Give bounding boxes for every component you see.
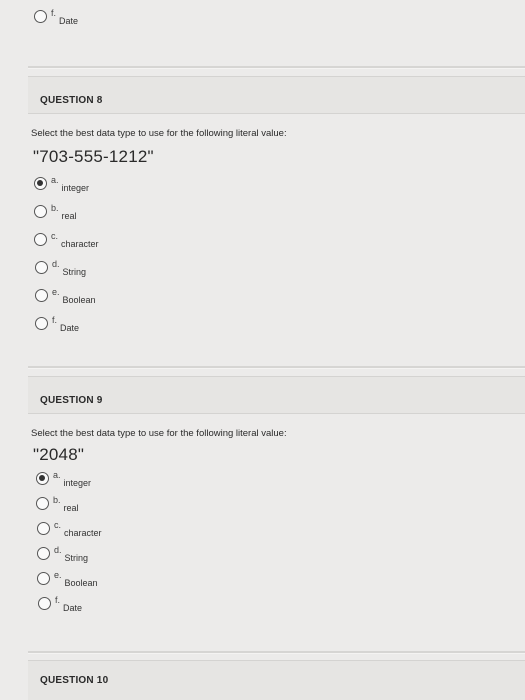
option-label: character — [61, 239, 99, 249]
option-letter: b. — [53, 495, 61, 505]
q9-option-e[interactable]: e. Boolean — [37, 570, 98, 588]
section-divider — [28, 66, 525, 69]
q9-option-a[interactable]: a. integer — [36, 470, 92, 488]
question-header: QUESTION 10 — [28, 660, 525, 700]
question-title: QUESTION 9 — [40, 395, 103, 406]
question-header: QUESTION 8 — [28, 76, 525, 114]
question-title: QUESTION 10 — [40, 675, 109, 686]
radio-button[interactable] — [35, 261, 48, 274]
q8-option-d[interactable]: d. String — [35, 259, 87, 277]
option-label: Date — [63, 603, 83, 613]
radio-button[interactable] — [38, 597, 51, 610]
radio-button[interactable] — [34, 205, 47, 218]
question-prompt: Select the best data type to use for the… — [31, 128, 287, 139]
option-letter: f. — [52, 315, 58, 325]
radio-button[interactable] — [35, 317, 48, 330]
option-letter: b. — [51, 203, 59, 213]
radio-button[interactable] — [34, 10, 47, 23]
option-label: Boolean — [64, 578, 98, 588]
option-letter: e. — [54, 570, 62, 580]
radio-button[interactable] — [37, 522, 50, 535]
option-label: Boolean — [62, 295, 96, 305]
q8-option-c[interactable]: c. character — [34, 231, 99, 249]
radio-button[interactable] — [36, 497, 49, 510]
option-letter: a. — [53, 470, 61, 480]
q8-option-a[interactable]: a. integer — [34, 175, 90, 193]
option-letter: c. — [54, 520, 62, 530]
option-letter: d. — [52, 259, 60, 269]
radio-button-selected[interactable] — [36, 472, 49, 485]
q9-option-c[interactable]: c. character — [37, 520, 102, 538]
option-label: real — [63, 503, 79, 513]
option-label: integer — [61, 183, 90, 193]
q9-option-f[interactable]: f. Date — [38, 595, 83, 613]
q8-option-b[interactable]: b. real — [34, 203, 77, 221]
quiz-page: f. Date QUESTION 8 Select the best data … — [0, 0, 525, 700]
radio-button[interactable] — [34, 233, 47, 246]
option-letter: f. — [51, 8, 57, 18]
section-divider — [28, 651, 525, 654]
q9-option-d[interactable]: d. String — [37, 545, 89, 563]
option-label: real — [61, 211, 77, 221]
option-label: Date — [60, 323, 80, 333]
literal-value: "2048" — [33, 445, 85, 464]
option-letter: f. — [55, 595, 61, 605]
option-label: Date — [59, 16, 79, 26]
option-letter: e. — [52, 287, 60, 297]
option-label: integer — [63, 478, 92, 488]
radio-button[interactable] — [35, 289, 48, 302]
option-letter: d. — [54, 545, 62, 555]
section-divider — [28, 366, 525, 369]
q8-option-f[interactable]: f. Date — [35, 315, 80, 333]
radio-button-selected[interactable] — [34, 177, 47, 190]
option-label: String — [62, 267, 87, 277]
radio-button[interactable] — [37, 572, 50, 585]
question-header: QUESTION 9 — [28, 376, 525, 414]
option-letter: c. — [51, 231, 59, 241]
question-prompt: Select the best data type to use for the… — [31, 428, 287, 439]
question-title: QUESTION 8 — [40, 95, 103, 106]
prev-option-f[interactable]: f. Date — [34, 8, 79, 26]
option-letter: a. — [51, 175, 59, 185]
q9-option-b[interactable]: b. real — [36, 495, 79, 513]
q8-option-e[interactable]: e. Boolean — [35, 287, 96, 305]
radio-button[interactable] — [37, 547, 50, 560]
option-label: String — [64, 553, 89, 563]
option-label: character — [64, 528, 102, 538]
literal-value: "703-555-1212" — [33, 147, 154, 166]
